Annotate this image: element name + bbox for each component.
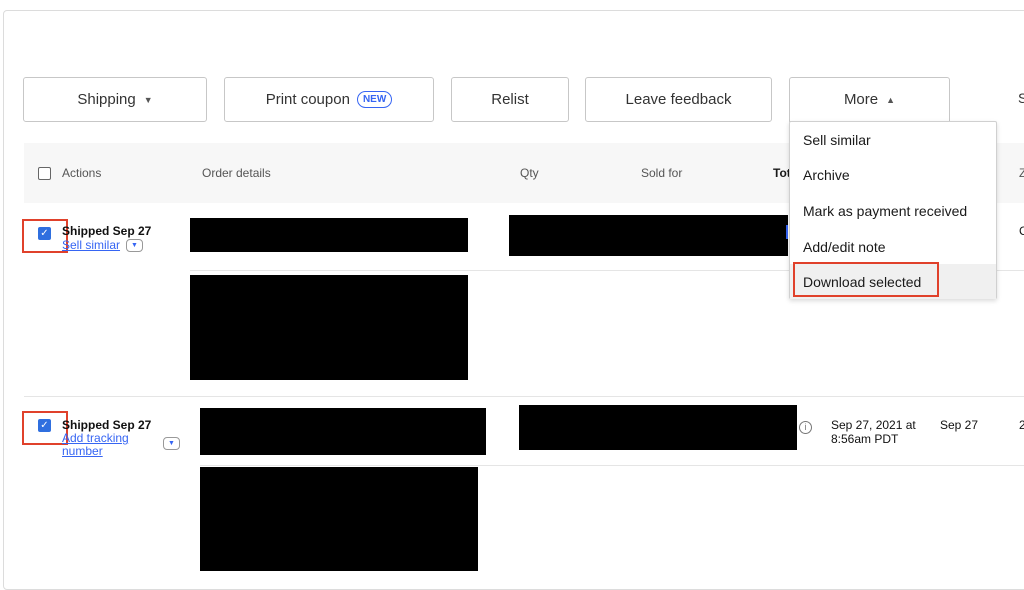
header-actions: Actions xyxy=(62,166,102,180)
row1-status: Shipped Sep 27 xyxy=(62,224,152,238)
more-label: More xyxy=(843,91,879,108)
redacted-block xyxy=(190,218,468,252)
row-divider xyxy=(200,465,1024,466)
new-badge: NEW xyxy=(356,91,393,108)
row2-cut-cell: 2 xyxy=(1019,418,1024,432)
header-order-details: Order details xyxy=(202,166,271,180)
header-cut-column: Z xyxy=(1019,166,1024,180)
menu-item-add-edit-note[interactable]: Add/edit note xyxy=(790,229,996,264)
caret-down-icon: ▼ xyxy=(168,440,175,447)
leave-feedback-button[interactable]: Leave feedback xyxy=(585,77,772,122)
row1-sell-similar-link[interactable]: Sell similar xyxy=(62,239,120,252)
row2-status: Shipped Sep 27 xyxy=(62,418,152,432)
redacted-block xyxy=(200,467,478,571)
relist-button[interactable]: Relist xyxy=(451,77,569,122)
print-coupon-label: Print coupon xyxy=(265,91,350,108)
menu-item-mark-payment-received[interactable]: Mark as payment received xyxy=(790,193,996,228)
row2-shipped-date: Sep 27 xyxy=(940,418,979,432)
header-qty: Qty xyxy=(520,166,539,180)
more-button[interactable]: More ▲ xyxy=(789,77,950,122)
info-icon[interactable]: i xyxy=(799,421,812,434)
redacted-block xyxy=(190,275,468,380)
leave-feedback-label: Leave feedback xyxy=(625,91,732,108)
partial-link-fragment xyxy=(786,225,788,239)
header-sold-for: Sold for xyxy=(641,166,683,180)
relist-label: Relist xyxy=(491,91,529,108)
redacted-block xyxy=(200,408,486,455)
shipping-button[interactable]: Shipping ▼ xyxy=(23,77,207,122)
cut-off-button-text: S xyxy=(1018,90,1024,106)
caret-down-icon: ▼ xyxy=(131,242,138,249)
row1-checkbox[interactable]: ✓ xyxy=(38,227,51,240)
row2-add-tracking-link-line2[interactable]: number xyxy=(62,445,103,458)
check-icon: ✓ xyxy=(40,420,49,431)
redacted-block xyxy=(519,405,797,450)
row2-paid-date-line1: Sep 27, 2021 at xyxy=(831,418,916,432)
redacted-block xyxy=(509,215,788,256)
caret-down-icon: ▼ xyxy=(143,94,153,105)
menu-item-archive[interactable]: Archive xyxy=(790,157,996,192)
row2-paid-date-line2: 8:56am PDT xyxy=(831,432,899,446)
caret-up-icon: ▲ xyxy=(886,94,896,105)
menu-item-sell-similar[interactable]: Sell similar xyxy=(790,122,996,157)
check-icon: ✓ xyxy=(40,228,49,239)
print-coupon-button[interactable]: Print coupon NEW xyxy=(224,77,434,122)
row1-actions-dropdown[interactable]: ▼ xyxy=(126,239,143,252)
shipping-button-label: Shipping xyxy=(77,91,136,108)
row1-cut-cell: C xyxy=(1019,224,1024,238)
row2-actions-dropdown[interactable]: ▼ xyxy=(163,437,180,450)
select-all-checkbox[interactable] xyxy=(38,167,51,180)
highlight-box-download xyxy=(793,262,939,297)
row2-checkbox[interactable]: ✓ xyxy=(38,419,51,432)
row-divider xyxy=(24,396,1024,397)
